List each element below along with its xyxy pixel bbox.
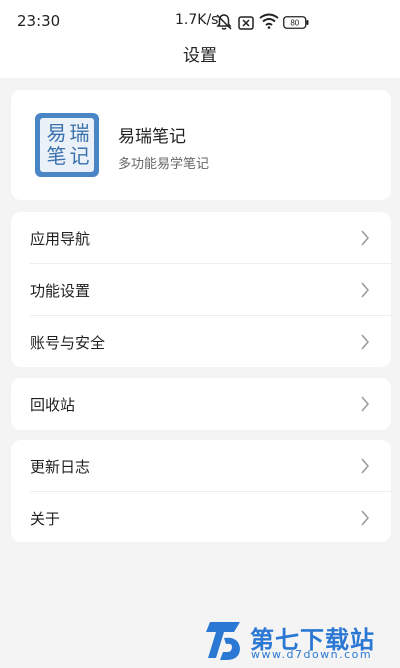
battery-level: 80 [290,19,299,28]
mute-bell-icon [215,13,233,35]
settings-group-main: 应用导航 功能设置 账号与安全 [11,212,391,367]
wifi-icon [259,13,279,33]
menu-item-about[interactable]: 关于 [11,492,391,544]
chevron-right-icon [360,510,370,530]
menu-item-label: 应用导航 [30,230,91,248]
app-logo: 易 瑞 笔 记 [35,113,99,177]
notification-x-icon [238,15,254,34]
chevron-right-icon [360,334,370,354]
menu-item-label: 账号与安全 [30,334,106,352]
network-speed: 1.7K/s [175,12,219,28]
menu-item-account-security[interactable]: 账号与安全 [11,316,391,368]
menu-item-label: 回收站 [30,396,76,414]
chevron-right-icon [360,458,370,478]
watermark: 第七下载站 www.d7down.com [200,618,395,664]
menu-item-label: 关于 [30,510,61,528]
app-name: 易瑞笔记 [118,127,186,147]
settings-group-trash: 回收站 [11,378,391,430]
chevron-right-icon [360,396,370,416]
menu-item-feature-settings[interactable]: 功能设置 [11,264,391,316]
menu-item-recycle-bin[interactable]: 回收站 [11,378,391,430]
app-description: 多功能易学笔记 [118,157,210,172]
chevron-right-icon [360,230,370,250]
menu-item-changelog[interactable]: 更新日志 [11,440,391,492]
battery-icon: 80 [283,14,309,33]
chevron-right-icon [360,282,370,302]
app-info-card: 易 瑞 笔 记 易瑞笔记 多功能易学笔记 [11,90,391,200]
menu-item-label: 更新日志 [30,458,91,476]
status-bar: 23:30 1.7K/s 80 [0,0,400,42]
settings-group-info: 更新日志 关于 [11,440,391,542]
watermark-logo-icon [204,618,246,668]
page-header: 设置 [0,42,400,78]
status-time: 23:30 [17,12,61,30]
page-title: 设置 [183,46,217,66]
menu-item-label: 功能设置 [30,282,91,300]
menu-item-app-navigation[interactable]: 应用导航 [11,212,391,264]
watermark-url: www.d7down.com [251,648,373,661]
